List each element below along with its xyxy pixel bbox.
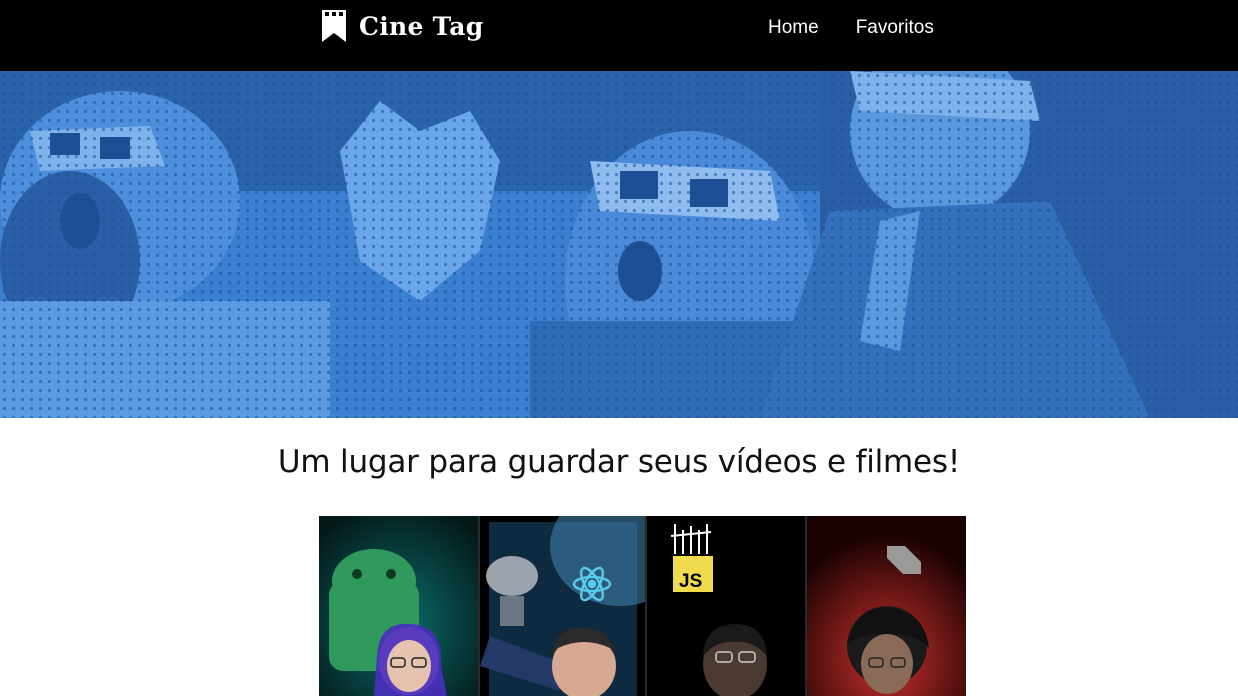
video-thumbnail-react [480,516,645,696]
video-card[interactable] [807,516,966,696]
svg-text:JS: JS [679,571,702,592]
nav-link-favoritos[interactable]: Favoritos [856,16,934,40]
video-thumbnail-dart [807,516,966,696]
page-title: Um lugar para guardar seus vídeos e film… [277,444,961,480]
logo-text: Cine Tag [359,11,484,41]
main-nav: Home Favoritos [768,16,934,40]
top-header: Cine Tag Home Favoritos [0,0,1238,71]
banner-image [0,71,1238,418]
video-card[interactable] [480,516,647,696]
nav-link-home[interactable]: Home [768,16,819,40]
bookmark-film-icon [321,9,347,43]
hero-banner [0,71,1238,418]
logo-link[interactable]: Cine Tag [321,9,483,43]
video-list: JS [319,516,966,696]
video-thumbnail-android [319,516,478,696]
video-card[interactable]: JS [647,516,807,696]
video-thumbnail-js: JS [647,516,805,696]
video-card[interactable] [319,516,480,696]
